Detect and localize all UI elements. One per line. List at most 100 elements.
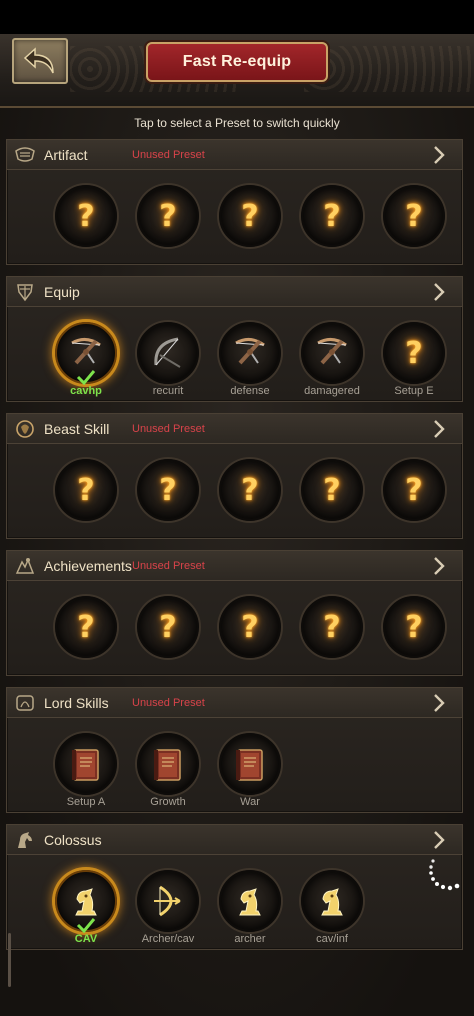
slot-label: damagered [304,385,360,397]
unused-preset-label: Unused Preset [132,149,205,161]
preset-slot[interactable]: ? [383,322,445,384]
unused-preset-label: Unused Preset [132,560,205,572]
preset-slot[interactable]: ? [137,459,199,521]
question-mark-icon: ? [323,472,341,508]
preset-slot[interactable]: ? [137,185,199,247]
crossbow-icon [230,333,270,373]
question-mark-icon: ? [323,609,341,645]
question-mark-icon: ? [241,609,259,645]
panel-title: Artifact [44,147,88,163]
slot-label: Setup A [66,796,106,808]
chevron-right-icon[interactable] [432,419,446,439]
scrollbar[interactable] [8,933,11,987]
question-mark-icon: ? [77,472,95,508]
preset-panel-colossus: Colossus CAV Archer/cav archer cav/inf [6,824,463,950]
panel-header[interactable]: Achievements Unused Preset [7,551,462,581]
slot-label: Setup E [394,385,434,397]
horse-icon [14,830,36,850]
preset-slot[interactable] [137,870,199,932]
panel-header[interactable]: Colossus [7,825,462,855]
back-button[interactable] [12,38,68,84]
preset-slot[interactable]: ? [137,596,199,658]
question-mark-icon: ? [323,198,341,234]
panel-header[interactable]: Artifact Unused Preset [7,140,462,170]
preset-slot[interactable]: ? [383,596,445,658]
preset-slot[interactable]: ? [301,459,363,521]
page-title: Fast Re-equip [182,53,292,70]
book-icon [148,744,188,784]
unused-preset-label: Unused Preset [132,697,205,709]
preset-slot[interactable]: ? [383,185,445,247]
slot-label: cav/inf [316,933,348,945]
back-arrow-icon [23,47,54,74]
slot-label: archer [234,933,266,945]
question-mark-icon: ? [405,198,423,234]
question-mark-icon: ? [405,609,423,645]
panel-header[interactable]: Lord Skills Unused Preset [7,688,462,718]
chevron-right-icon[interactable] [432,556,446,576]
chevron-right-icon[interactable] [432,145,446,165]
chevron-right-icon[interactable] [432,693,446,713]
preset-slot[interactable] [219,322,281,384]
panel-header[interactable]: Equip [7,277,462,307]
bow-cav-icon [148,881,188,921]
preset-slot[interactable]: ? [55,596,117,658]
preset-slot[interactable]: ? [301,596,363,658]
panel-title: Lord Skills [44,695,109,711]
lord-skill-icon [14,693,36,713]
question-mark-icon: ? [241,472,259,508]
panel-title: Equip [44,284,80,300]
preset-slot[interactable]: ? [55,185,117,247]
question-mark-icon: ? [159,472,177,508]
preset-slot[interactable]: ? [55,459,117,521]
panel-title: Colossus [44,832,102,848]
loading-spinner-icon [429,859,460,891]
preset-panel-achievements: Achievements Unused Preset????? [6,550,463,676]
knight-icon [66,881,106,921]
preset-slot[interactable]: ? [301,185,363,247]
preset-slot[interactable] [301,322,363,384]
preset-slot[interactable] [219,870,281,932]
preset-panel-artifact: Artifact Unused Preset????? [6,139,463,265]
chevron-right-icon[interactable] [432,830,446,850]
chevron-right-icon[interactable] [432,282,446,302]
preset-slot[interactable] [137,322,199,384]
crossbow-icon [312,333,352,373]
bow-icon [148,333,188,373]
fast-reequip-screen: Fast Re-equip Tap to select a Preset to … [0,0,474,1016]
slot-label: Growth [150,796,186,808]
question-mark-icon: ? [159,609,177,645]
panel-title: Achievements [44,558,132,574]
question-mark-icon: ? [77,609,95,645]
crossbow-icon [66,333,106,373]
slot-label: cavhp [70,385,102,397]
checkmark-icon [76,917,96,934]
hint-text: Tap to select a Preset to switch quickly [134,116,340,130]
question-mark-icon: ? [241,198,259,234]
question-mark-icon: ? [405,335,423,371]
book-icon [230,744,270,784]
question-mark-icon: ? [405,472,423,508]
preset-slot[interactable]: ? [383,459,445,521]
preset-slot[interactable] [55,733,117,795]
artifact-icon [14,145,36,165]
status-bar [0,0,474,34]
title-plate: Fast Re-equip [146,42,328,82]
preset-slot[interactable] [219,733,281,795]
preset-panel-equip: Equip cavhp recurit defense damagered? Setup … [6,276,463,402]
preset-panel-beast-skill: Beast Skill Unused Preset????? [6,413,463,539]
preset-slot[interactable] [137,733,199,795]
preset-slot[interactable]: ? [219,185,281,247]
armor-icon [14,282,36,302]
slot-label: Archer/cav [141,933,195,945]
slot-label: defense [230,385,270,397]
preset-slot[interactable]: ? [219,596,281,658]
question-mark-icon: ? [77,198,95,234]
knight-icon [312,881,352,921]
book-icon [66,744,106,784]
question-mark-icon: ? [159,198,177,234]
preset-panel-lord-skills: Lord Skills Unused Preset Setup A Growth War [6,687,463,813]
panel-header[interactable]: Beast Skill Unused Preset [7,414,462,444]
preset-slot[interactable]: ? [219,459,281,521]
preset-slot[interactable] [301,870,363,932]
